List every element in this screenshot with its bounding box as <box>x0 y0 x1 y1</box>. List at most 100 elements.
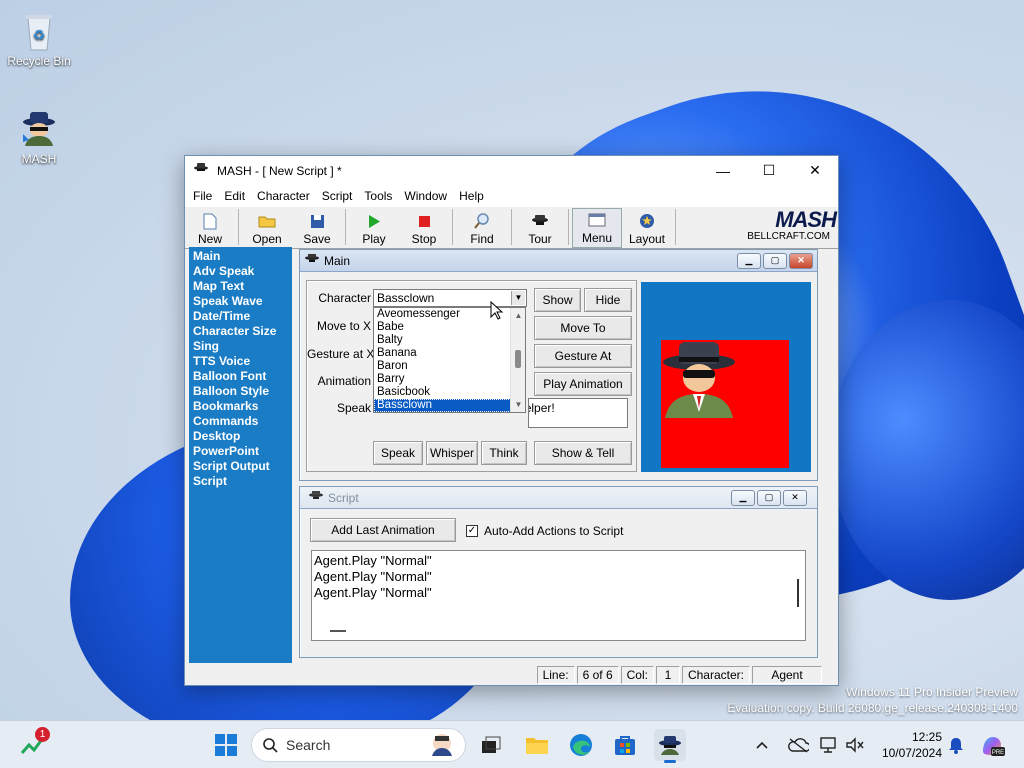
system-clock[interactable]: 12:25 10/07/2024 <box>882 729 942 761</box>
network-icon[interactable] <box>817 729 841 761</box>
sidebar-item-tts-voice[interactable]: TTS Voice <box>189 354 292 369</box>
sidebar-item-bookmarks[interactable]: Bookmarks <box>189 399 292 414</box>
sidebar-item-speak-wave[interactable]: Speak Wave <box>189 294 292 309</box>
character-dropdown-list[interactable]: Aveomessenger Babe Balty Banana Baron Ba… <box>373 307 526 413</box>
open-button[interactable]: Open <box>242 212 292 248</box>
panel-restore-button[interactable]: ▢ <box>757 489 781 506</box>
tour-button[interactable]: Tour <box>515 212 565 248</box>
copilot-icon[interactable]: PRE <box>976 729 1008 761</box>
store-icon[interactable] <box>609 729 641 761</box>
show-and-tell-button[interactable]: Show & Tell <box>534 441 632 465</box>
sidebar-item-adv-speak[interactable]: Adv Speak <box>189 264 292 279</box>
sidebar-item-script-output[interactable]: Script Output <box>189 459 292 474</box>
sidebar-item-desktop[interactable]: Desktop <box>189 429 292 444</box>
menu-file[interactable]: File <box>187 189 218 203</box>
title-bar[interactable]: MASH - [ New Script ] * — ☐ ✕ <box>185 156 838 185</box>
gesture-at-button[interactable]: Gesture At <box>534 344 632 368</box>
desktop-icon-mash[interactable]: MASH <box>4 108 74 166</box>
editor-scrollbar[interactable] <box>797 579 799 607</box>
sidebar-item-balloon-font[interactable]: Balloon Font <box>189 369 292 384</box>
menu-button[interactable]: Menu <box>572 208 622 248</box>
logo-subtext: BELLCRAFT.COM <box>747 231 830 242</box>
mash-taskbar-icon[interactable] <box>654 729 686 763</box>
file-explorer-icon[interactable] <box>521 729 553 761</box>
sidebar-item-script[interactable]: Script <box>189 474 292 489</box>
menu-script[interactable]: Script <box>316 189 359 203</box>
hide-button[interactable]: Hide <box>584 288 632 312</box>
task-view-icon[interactable] <box>475 729 507 761</box>
menu-tools[interactable]: Tools <box>358 189 398 203</box>
menu-edit[interactable]: Edit <box>218 189 251 203</box>
stocks-widget-icon[interactable]: 1 <box>18 727 50 761</box>
chevron-up-icon[interactable] <box>750 729 774 761</box>
volume-muted-icon[interactable] <box>843 729 867 761</box>
sidebar-item-sing[interactable]: Sing <box>189 339 292 354</box>
main-panel: Main ▁ ▢ ✕ Character Move to X Gesture a… <box>299 249 818 481</box>
new-button[interactable]: New <box>185 212 235 248</box>
show-button[interactable]: Show <box>534 288 581 312</box>
panel-minimize-button[interactable]: ▁ <box>737 252 761 269</box>
auto-add-label: Auto-Add Actions to Script <box>484 524 624 538</box>
list-item[interactable]: Balty <box>374 334 511 347</box>
list-item-selected[interactable]: Bassclown <box>374 399 511 412</box>
panel-restore-button[interactable]: ▢ <box>763 252 787 269</box>
minimize-button[interactable]: — <box>700 156 746 185</box>
agent-hat-icon <box>304 253 320 268</box>
menu-character[interactable]: Character <box>251 189 316 203</box>
play-animation-button[interactable]: Play Animation <box>534 372 632 396</box>
panel-close-button[interactable]: ✕ <box>783 489 807 506</box>
start-button[interactable] <box>210 729 242 761</box>
list-item[interactable]: Banana <box>374 347 511 360</box>
speak-button[interactable]: Speak <box>373 441 423 465</box>
speak-text-input[interactable]: Scripting Helper! <box>528 398 628 428</box>
list-item[interactable]: Babe <box>374 321 511 334</box>
edge-browser-icon[interactable] <box>565 729 597 761</box>
list-item[interactable]: Barry <box>374 373 511 386</box>
agent-hat-icon <box>308 490 324 505</box>
find-button[interactable]: Find <box>456 212 508 248</box>
list-item[interactable]: Baron <box>374 360 511 373</box>
think-button[interactable]: Think <box>481 441 527 465</box>
list-item[interactable]: Basicbook <box>374 386 511 399</box>
sidebar-item-powerpoint[interactable]: PowerPoint <box>189 444 292 459</box>
script-editor[interactable]: Agent.Play "Normal" Agent.Play "Normal" … <box>311 550 806 641</box>
save-button[interactable]: Save <box>292 212 342 248</box>
close-button[interactable]: ✕ <box>792 156 838 185</box>
auto-add-checkbox[interactable]: ✓ Auto-Add Actions to Script <box>466 524 623 538</box>
play-button[interactable]: Play <box>349 212 399 248</box>
status-char-value: Agent <box>752 666 822 684</box>
notification-bell-icon[interactable] <box>944 729 968 761</box>
dropdown-scrollbar[interactable]: ▲ ▼ <box>510 308 525 412</box>
sidebar-item-commands[interactable]: Commands <box>189 414 292 429</box>
layout-button[interactable]: Layout <box>622 212 672 248</box>
editor-hscroll[interactable] <box>330 630 346 632</box>
desktop-icon-recycle-bin[interactable]: ♻ Recycle Bin <box>4 10 74 68</box>
scroll-up-icon[interactable]: ▲ <box>511 308 525 323</box>
move-to-button[interactable]: Move To <box>534 316 632 340</box>
search-box[interactable]: Search <box>251 728 466 762</box>
sidebar-item-map-text[interactable]: Map Text <box>189 279 292 294</box>
chevron-down-icon[interactable]: ▼ <box>511 291 525 305</box>
sidebar-item-date-time[interactable]: Date/Time <box>189 309 292 324</box>
svg-text:♻: ♻ <box>33 27 46 43</box>
stop-button[interactable]: Stop <box>399 212 449 248</box>
menu-help[interactable]: Help <box>453 189 490 203</box>
scroll-thumb[interactable] <box>515 350 521 368</box>
panel-minimize-button[interactable]: ▁ <box>731 489 755 506</box>
checkbox-check-icon[interactable]: ✓ <box>466 525 478 537</box>
whisper-button[interactable]: Whisper <box>426 441 478 465</box>
menu-window[interactable]: Window <box>398 189 453 203</box>
floppy-icon <box>310 212 325 230</box>
sidebar-item-character-size[interactable]: Character Size <box>189 324 292 339</box>
scroll-down-icon[interactable]: ▼ <box>511 397 525 412</box>
sidebar-item-balloon-style[interactable]: Balloon Style <box>189 384 292 399</box>
maximize-button[interactable]: ☐ <box>746 156 792 185</box>
script-panel-header[interactable]: Script ▁ ▢ ✕ <box>300 487 817 509</box>
main-controls-group: Character Move to X Gesture at X Animati… <box>306 280 637 472</box>
panel-close-button[interactable]: ✕ <box>789 252 813 269</box>
speak-label: Speak <box>336 401 371 415</box>
sidebar-item-main[interactable]: Main <box>189 249 292 264</box>
add-last-animation-button[interactable]: Add Last Animation <box>310 518 456 542</box>
onedrive-icon[interactable] <box>785 729 811 761</box>
main-panel-header[interactable]: Main ▁ ▢ ✕ <box>300 250 817 272</box>
